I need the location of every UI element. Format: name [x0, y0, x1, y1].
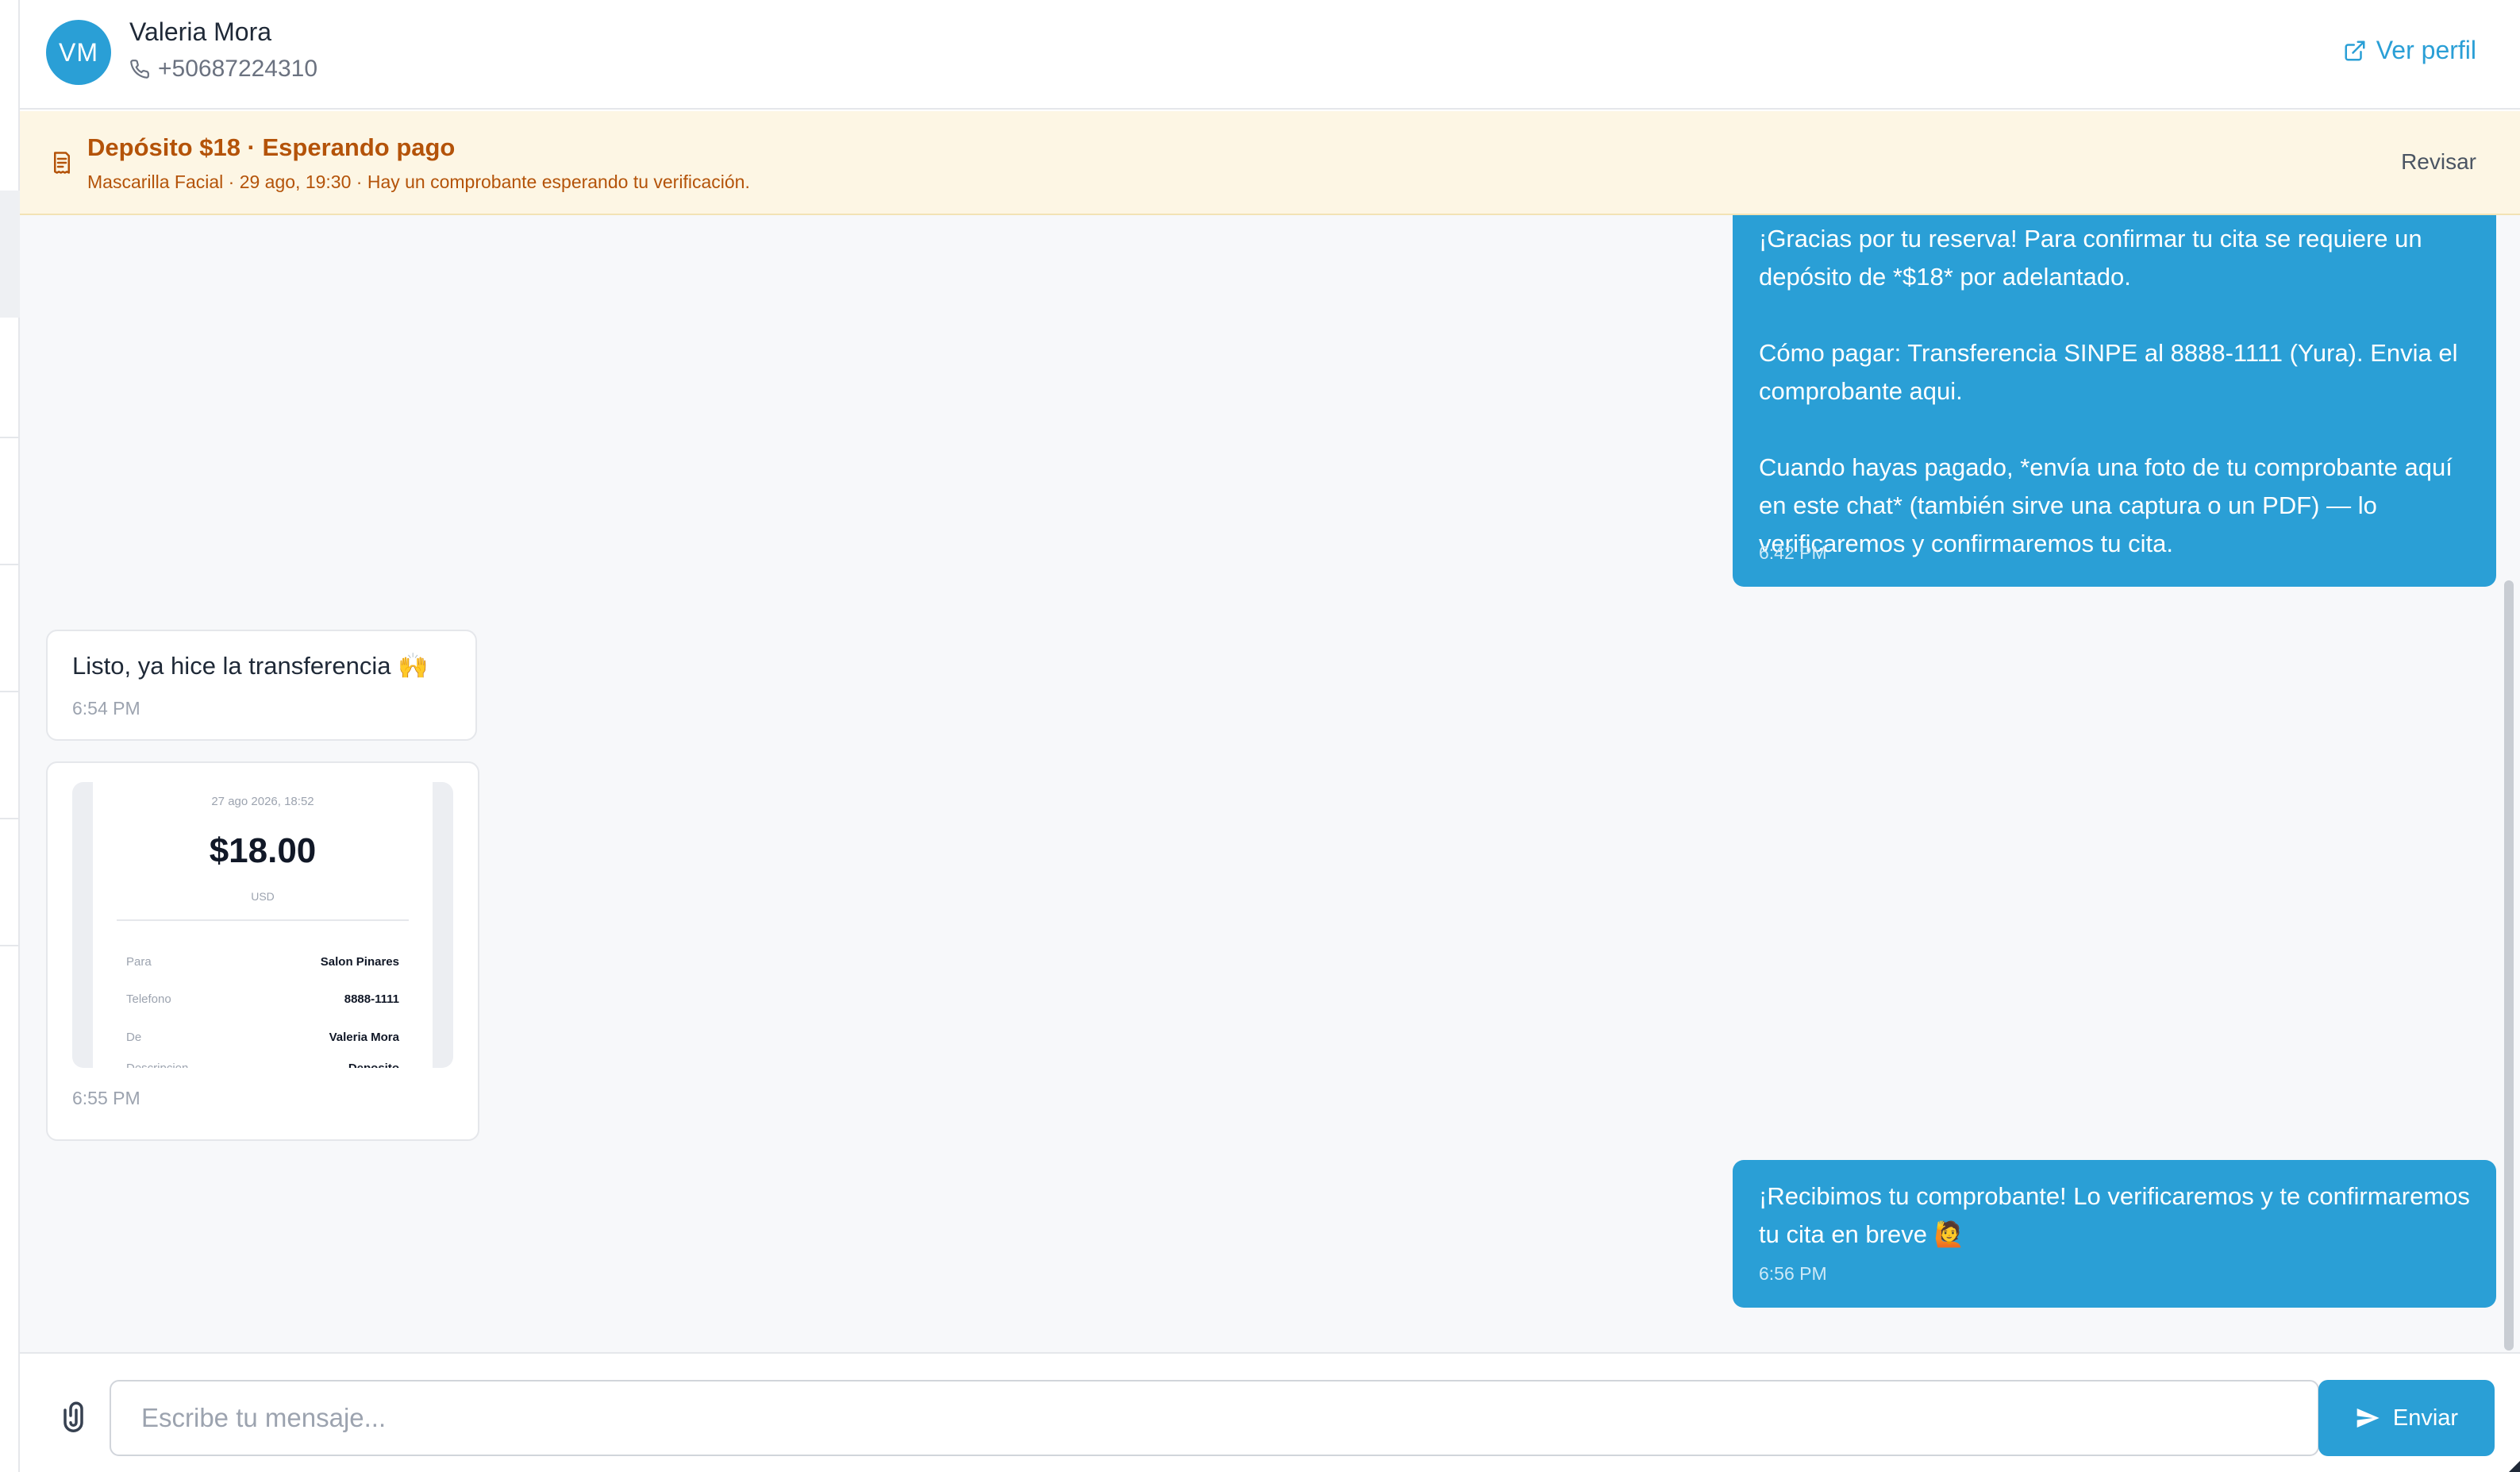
receipt-row: Telefono 8888-1111 — [126, 992, 399, 1006]
banner-subtitle: Mascarilla Facial · 29 ago, 19:30 · Hay … — [87, 171, 750, 192]
send-icon — [2356, 1408, 2380, 1428]
receipt-row-value: Valeria Mora — [329, 1031, 399, 1044]
receipt-row-value: Salon Pinares — [320, 955, 399, 969]
list-divider — [0, 437, 20, 438]
view-profile-link[interactable]: Ver perfil — [2343, 36, 2476, 65]
phone-icon — [130, 60, 149, 79]
contact-phone: +50687224310 — [158, 56, 318, 82]
receipt-currency: USD — [251, 890, 275, 903]
receipt-row-value: 8888-1111 — [344, 992, 399, 1006]
receipt-image[interactable]: 27 ago 2026, 18:52 $18.00 USD Para Salon… — [72, 782, 453, 1068]
send-label: Enviar — [2392, 1405, 2459, 1431]
receipt-icon — [54, 152, 70, 174]
list-divider — [0, 564, 20, 565]
list-divider — [0, 691, 20, 692]
message-text: Listo, ya hice la transferencia 🙌 — [72, 652, 429, 680]
message-time: 6:54 PM — [72, 698, 140, 719]
chat-header: VM Valeria Mora +50687224310 Ver perfil — [20, 0, 2520, 110]
avatar: VM — [46, 20, 111, 85]
message-time: 6:55 PM — [72, 1088, 140, 1108]
message-text: ¡Gracias por tu reserva! Para confirmar … — [1759, 225, 2458, 557]
send-button[interactable]: Enviar — [2318, 1380, 2495, 1456]
receipt-row-value: Deposito — [348, 1062, 399, 1068]
receipt-row-label: Descripcion — [126, 1062, 188, 1068]
resize-corner-icon — [2509, 1461, 2520, 1472]
message-outgoing: ¡Gracias por tu reserva! Para confirmar … — [1733, 215, 2496, 587]
contact-name: Valeria Mora — [129, 17, 272, 46]
chat-panel: VM Valeria Mora +50687224310 Ver perfil … — [20, 0, 2520, 1472]
message-list-scrollbar[interactable] — [2504, 580, 2514, 1351]
message-list[interactable]: ¡Gracias por tu reserva! Para confirmar … — [20, 215, 2520, 1352]
message-time: 6:56 PM — [1759, 1263, 1827, 1284]
message-text: ¡Recibimos tu comprobante! Lo verificare… — [1759, 1182, 2477, 1248]
review-button[interactable]: Revisar — [2401, 149, 2476, 175]
receipt-date: 27 ago 2026, 18:52 — [211, 795, 314, 808]
receipt-divider — [117, 919, 409, 921]
receipt-row: Descripcion Deposito — [126, 1062, 399, 1068]
receipt-card: 27 ago 2026, 18:52 $18.00 USD Para Salon… — [93, 782, 433, 1068]
list-divider — [0, 818, 20, 819]
deposit-status-banner: Depósito $18 · Esperando pago Mascarilla… — [20, 111, 2520, 215]
receipt-row-label: Para — [126, 955, 152, 969]
message-time: 6:42 PM — [1759, 542, 1827, 563]
conversation-list-selected-item[interactable] — [0, 191, 20, 318]
receipt-row: De Valeria Mora — [126, 1031, 399, 1044]
external-link-icon — [2345, 40, 2365, 60]
list-divider — [0, 945, 20, 946]
receipt-row-label: Telefono — [126, 992, 171, 1006]
banner-title: Depósito $18 · Esperando pago — [87, 133, 456, 161]
paperclip-icon[interactable] — [60, 1395, 93, 1436]
receipt-amount: $18.00 — [209, 831, 317, 870]
message-composer: Enviar — [20, 1352, 2520, 1472]
view-profile-label: Ver perfil — [2376, 36, 2476, 64]
contact-phone-row: +50687224310 — [129, 56, 317, 83]
conversation-list-edge — [0, 0, 20, 1472]
message-input[interactable] — [110, 1380, 2319, 1456]
receipt-row: Para Salon Pinares — [126, 955, 399, 969]
message-incoming-image: 27 ago 2026, 18:52 $18.00 USD Para Salon… — [46, 761, 479, 1141]
receipt-row-label: De — [126, 1031, 142, 1044]
message-outgoing: ¡Recibimos tu comprobante! Lo verificare… — [1733, 1160, 2496, 1308]
message-incoming: Listo, ya hice la transferencia 🙌 6:54 P… — [46, 630, 477, 741]
